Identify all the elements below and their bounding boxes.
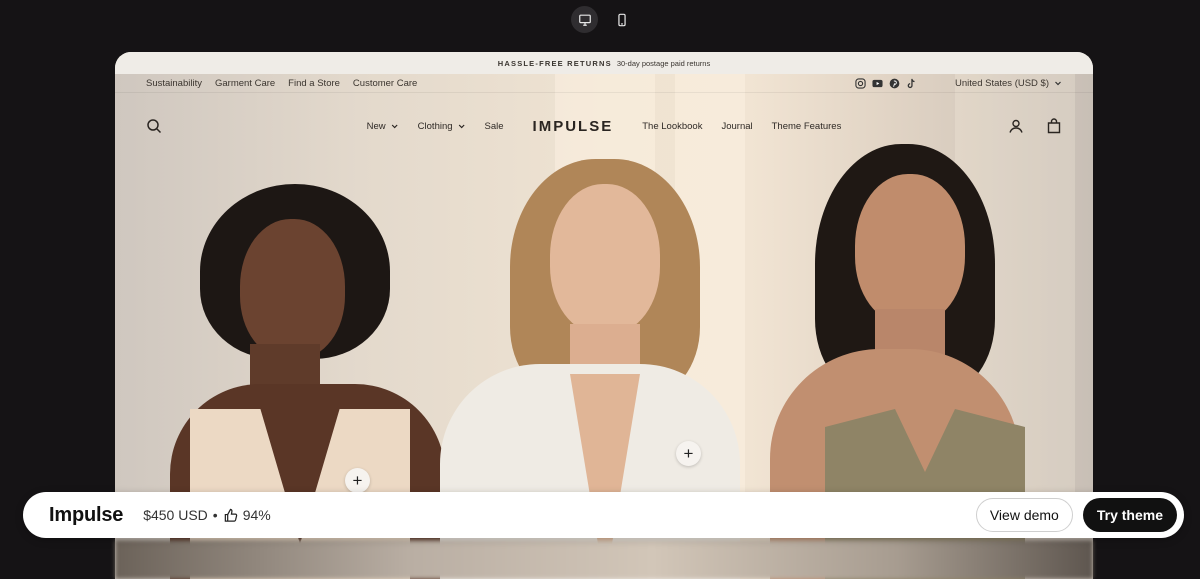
product-hotspot-button[interactable]: + — [345, 468, 370, 493]
try-theme-button[interactable]: Try theme — [1082, 498, 1177, 532]
mobile-icon — [617, 13, 626, 26]
youtube-icon[interactable] — [872, 78, 883, 89]
announcement-bar: HASSLE-FREE RETURNS 30-day postage paid … — [115, 52, 1093, 74]
theme-info-bar: Impulse $450 USD • 94% View demo Try the… — [23, 492, 1184, 538]
pinterest-icon[interactable] — [889, 78, 900, 89]
theme-name: Impulse — [49, 503, 124, 526]
search-icon[interactable] — [146, 118, 162, 134]
face — [855, 174, 965, 324]
utility-link[interactable]: Customer Care — [353, 78, 417, 89]
thumbs-up-icon — [223, 508, 238, 523]
social-links — [855, 77, 917, 89]
cart-icon[interactable] — [1046, 118, 1062, 134]
utility-link[interactable]: Garment Care — [215, 78, 275, 89]
theme-actions: View demo Try theme — [975, 498, 1177, 532]
nav-item-clothing[interactable]: Clothing — [418, 121, 466, 132]
theme-meta: $450 USD • 94% — [143, 507, 271, 523]
nav-item-label: Sale — [484, 120, 504, 132]
tiktok-icon[interactable] — [906, 78, 917, 89]
theme-rating: 94% — [242, 507, 271, 523]
main-nav: New Clothing Sale IMPULSE The Lookbook J… — [115, 111, 1093, 141]
plus-icon: + — [683, 444, 694, 463]
chevron-down-icon — [1055, 81, 1061, 86]
device-toggle — [571, 6, 635, 33]
nav-item-new[interactable]: New — [367, 121, 399, 132]
nav-item-theme-features[interactable]: Theme Features — [772, 121, 842, 132]
utility-link[interactable]: Sustainability — [146, 78, 202, 89]
chevron-down-icon — [391, 124, 398, 129]
nav-item-journal[interactable]: Journal — [721, 121, 752, 132]
nav-item-lookbook[interactable]: The Lookbook — [642, 121, 702, 132]
locale-label: United States (USD $) — [955, 77, 1049, 89]
meta-separator: • — [212, 507, 218, 523]
preview-continuation — [115, 540, 1093, 579]
utility-links: Sustainability Garment Care Find a Store… — [146, 78, 417, 89]
nav-item-label: Clothing — [417, 120, 453, 132]
nav-item-sale[interactable]: Sale — [485, 121, 504, 132]
nav-item-label: The Lookbook — [642, 120, 703, 132]
desktop-icon — [578, 14, 591, 26]
plus-icon: + — [352, 471, 363, 490]
face — [240, 219, 345, 359]
locale-selector[interactable]: United States (USD $) — [955, 78, 1062, 89]
chevron-down-icon — [458, 124, 465, 129]
utility-right: United States (USD $) — [855, 78, 1062, 89]
nav-item-label: Journal — [721, 120, 753, 132]
announcement-strong: HASSLE-FREE RETURNS — [497, 58, 612, 68]
theme-price: $450 USD — [143, 507, 208, 523]
store-logo[interactable]: IMPULSE — [533, 118, 614, 135]
nav-menu: New Clothing Sale IMPULSE The Lookbook J… — [367, 118, 842, 135]
utility-link[interactable]: Find a Store — [288, 78, 340, 89]
utility-bar: Sustainability Garment Care Find a Store… — [115, 74, 1093, 93]
face — [550, 184, 660, 334]
announcement-text: 30-day postage paid returns — [616, 58, 711, 68]
nav-actions — [1008, 118, 1062, 134]
product-hotspot-button[interactable]: + — [676, 441, 701, 466]
account-icon[interactable] — [1008, 118, 1024, 134]
desktop-view-button[interactable] — [571, 6, 598, 33]
instagram-icon[interactable] — [855, 77, 866, 89]
nav-item-label: New — [366, 120, 386, 132]
mobile-view-button[interactable] — [608, 6, 635, 33]
view-demo-button[interactable]: View demo — [975, 498, 1073, 532]
nav-item-label: Theme Features — [771, 120, 842, 132]
